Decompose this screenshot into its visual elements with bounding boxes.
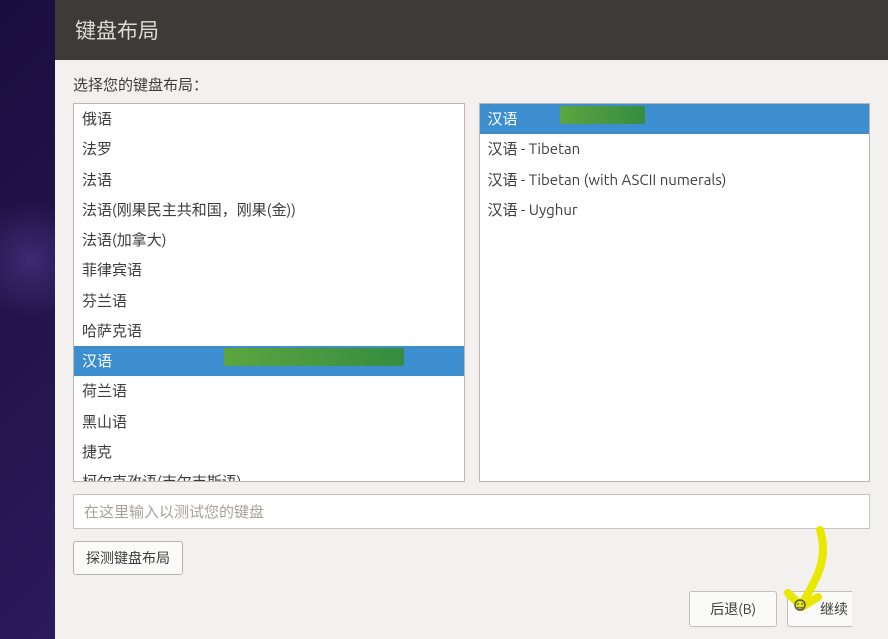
list-item[interactable]: 俄语 xyxy=(74,104,464,134)
variant-list[interactable]: 汉语汉语 - Tibetan汉语 - Tibetan (with ASCII n… xyxy=(479,103,871,482)
list-item[interactable]: 黑山语 xyxy=(74,407,464,437)
footer: 后退(B) 继续 xyxy=(73,575,870,639)
list-item[interactable]: 法语 xyxy=(74,165,464,195)
list-item[interactable]: 法语(刚果民主共和国，刚果(金)) xyxy=(74,195,464,225)
list-item[interactable]: 汉语 - Tibetan (with ASCII numerals) xyxy=(480,165,870,195)
list-item[interactable]: 汉语 - Tibetan xyxy=(480,134,870,164)
list-item[interactable]: 哈萨克语 xyxy=(74,316,464,346)
lists-row: 俄语法罗法语法语(刚果民主共和国，刚果(金))法语(加拿大)菲律宾语芬兰语哈萨克… xyxy=(73,103,870,482)
list-item[interactable]: 法语(加拿大) xyxy=(74,225,464,255)
below-row: 探测键盘布局 xyxy=(73,541,870,575)
content-area: 选择您的键盘布局： 俄语法罗法语法语(刚果民主共和国，刚果(金))法语(加拿大)… xyxy=(55,60,888,639)
list-item[interactable]: 法罗 xyxy=(74,134,464,164)
installer-window: 键盘布局 选择您的键盘布局： 俄语法罗法语法语(刚果民主共和国，刚果(金))法语… xyxy=(55,0,888,639)
keyboard-test-input[interactable] xyxy=(73,494,870,529)
continue-button[interactable]: 继续 xyxy=(787,591,852,627)
list-item[interactable]: 汉语 - Uyghur xyxy=(480,195,870,225)
list-item[interactable]: 汉语 xyxy=(74,346,464,376)
window-title: 键盘布局 xyxy=(75,15,159,45)
list-item[interactable]: 捷克 xyxy=(74,437,464,467)
highlight-marker xyxy=(224,348,404,366)
list-item[interactable]: 菲律宾语 xyxy=(74,255,464,285)
titlebar: 键盘布局 xyxy=(55,0,888,60)
back-button[interactable]: 后退(B) xyxy=(689,591,777,627)
list-item[interactable]: 荷兰语 xyxy=(74,376,464,406)
list-item[interactable]: 柯尔克孜语(吉尔吉斯语) xyxy=(74,467,464,482)
list-item[interactable]: 芬兰语 xyxy=(74,286,464,316)
list-item[interactable]: 汉语 xyxy=(480,104,870,134)
choose-layout-label: 选择您的键盘布局： xyxy=(73,74,870,95)
detect-layout-button[interactable]: 探测键盘布局 xyxy=(73,541,183,575)
highlight-marker xyxy=(560,106,645,124)
language-list[interactable]: 俄语法罗法语法语(刚果民主共和国，刚果(金))法语(加拿大)菲律宾语芬兰语哈萨克… xyxy=(73,103,465,482)
